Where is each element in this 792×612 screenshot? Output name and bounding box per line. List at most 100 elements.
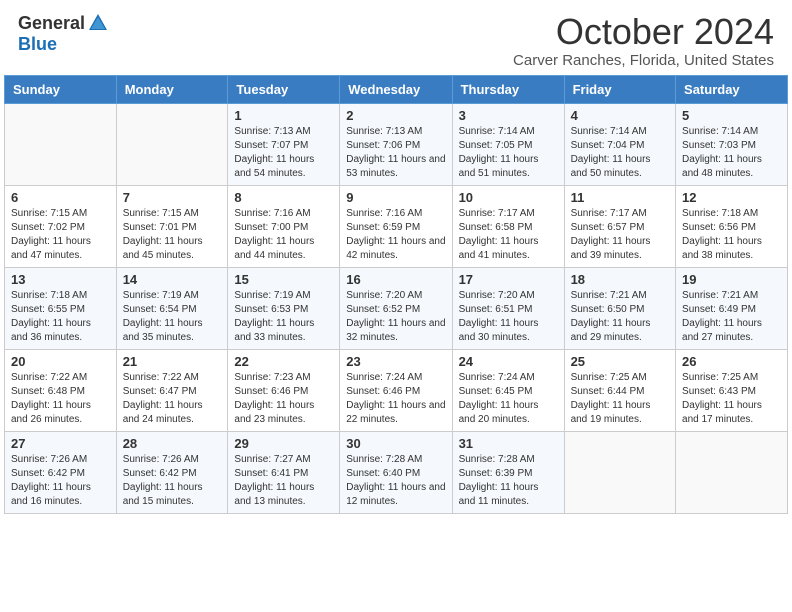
day-info: Sunrise: 7:22 AM Sunset: 6:48 PM Dayligh… (11, 371, 110, 427)
day-number: 19 (682, 272, 781, 287)
day-number: 26 (682, 354, 781, 369)
col-header-wednesday: Wednesday (340, 75, 452, 103)
day-number: 25 (571, 354, 669, 369)
calendar-cell: 17 Sunrise: 7:20 AM Sunset: 6:51 PM Dayli… (452, 267, 564, 349)
day-info: Sunrise: 7:21 AM Sunset: 6:49 PM Dayligh… (682, 289, 781, 345)
day-number: 6 (11, 190, 110, 205)
calendar-cell: 23 Sunrise: 7:24 AM Sunset: 6:46 PM Dayli… (340, 349, 452, 431)
month-title: October 2024 (513, 12, 774, 52)
day-info: Sunrise: 7:19 AM Sunset: 6:54 PM Dayligh… (123, 289, 222, 345)
calendar-cell: 24 Sunrise: 7:24 AM Sunset: 6:45 PM Dayli… (452, 349, 564, 431)
calendar-cell: 3Sunrise: 7:14 AM Sunset: 7:05 PM Daylig… (452, 103, 564, 185)
day-number: 8 (234, 190, 333, 205)
day-info: Sunrise: 7:25 AM Sunset: 6:44 PM Dayligh… (571, 371, 669, 427)
day-number: 14 (123, 272, 222, 287)
day-number: 29 (234, 436, 333, 451)
calendar-cell: 30 Sunrise: 7:28 AM Sunset: 6:40 PM Dayli… (340, 431, 452, 513)
col-header-tuesday: Tuesday (228, 75, 340, 103)
calendar-week-row: 1 Sunrise: 7:13 AM Sunset: 7:07 PM Daylig… (5, 103, 788, 185)
calendar-cell: 14 Sunrise: 7:19 AM Sunset: 6:54 PM Dayli… (116, 267, 228, 349)
calendar-week-row: 20 Sunrise: 7:22 AM Sunset: 6:48 PM Dayli… (5, 349, 788, 431)
day-number: 5 (682, 108, 781, 123)
page-header: General Blue October 2024 Carver Ranches… (0, 0, 792, 75)
calendar-cell: 29 Sunrise: 7:27 AM Sunset: 6:41 PM Dayli… (228, 431, 340, 513)
calendar-cell: 12Sunrise: 7:18 AM Sunset: 6:56 PM Dayli… (676, 185, 788, 267)
calendar-week-row: 27 Sunrise: 7:26 AM Sunset: 6:42 PM Dayli… (5, 431, 788, 513)
day-info: Sunrise: 7:19 AM Sunset: 6:53 PM Dayligh… (234, 289, 333, 345)
calendar-cell: 10 Sunrise: 7:17 AM Sunset: 6:58 PM Dayli… (452, 185, 564, 267)
day-info: Sunrise: 7:23 AM Sunset: 6:46 PM Dayligh… (234, 371, 333, 427)
calendar-header-row: SundayMondayTuesdayWednesdayThursdayFrid… (5, 75, 788, 103)
day-info: Sunrise: 7:14 AM Sunset: 7:03 PM Dayligh… (682, 125, 781, 181)
title-block: October 2024 Carver Ranches, Florida, Un… (513, 12, 774, 69)
calendar-cell: 2 Sunrise: 7:13 AM Sunset: 7:06 PM Daylig… (340, 103, 452, 185)
day-info: Sunrise: 7:17 AM Sunset: 6:57 PM Dayligh… (571, 207, 669, 263)
location: Carver Ranches, Florida, United States (513, 52, 774, 69)
calendar-week-row: 13Sunrise: 7:18 AM Sunset: 6:55 PM Dayli… (5, 267, 788, 349)
day-number: 31 (459, 436, 558, 451)
day-info: Sunrise: 7:16 AM Sunset: 6:59 PM Dayligh… (346, 207, 445, 263)
day-info: Sunrise: 7:13 AM Sunset: 7:06 PM Dayligh… (346, 125, 445, 181)
day-info: Sunrise: 7:20 AM Sunset: 6:51 PM Dayligh… (459, 289, 558, 345)
calendar-table: SundayMondayTuesdayWednesdayThursdayFrid… (4, 75, 788, 514)
day-number: 1 (234, 108, 333, 123)
calendar-cell: 21Sunrise: 7:22 AM Sunset: 6:47 PM Dayli… (116, 349, 228, 431)
day-info: Sunrise: 7:27 AM Sunset: 6:41 PM Dayligh… (234, 453, 333, 509)
calendar-cell: 26 Sunrise: 7:25 AM Sunset: 6:43 PM Dayli… (676, 349, 788, 431)
day-info: Sunrise: 7:15 AM Sunset: 7:01 PM Dayligh… (123, 207, 222, 263)
day-info: Sunrise: 7:26 AM Sunset: 6:42 PM Dayligh… (11, 453, 110, 509)
calendar-cell: 19 Sunrise: 7:21 AM Sunset: 6:49 PM Dayli… (676, 267, 788, 349)
day-number: 20 (11, 354, 110, 369)
day-info: Sunrise: 7:26 AM Sunset: 6:42 PM Dayligh… (123, 453, 222, 509)
day-number: 12 (682, 190, 781, 205)
day-info: Sunrise: 7:20 AM Sunset: 6:52 PM Dayligh… (346, 289, 445, 345)
day-number: 16 (346, 272, 445, 287)
calendar-cell: 28Sunrise: 7:26 AM Sunset: 6:42 PM Dayli… (116, 431, 228, 513)
col-header-friday: Friday (564, 75, 675, 103)
day-number: 10 (459, 190, 558, 205)
calendar-cell: 22Sunrise: 7:23 AM Sunset: 6:46 PM Dayli… (228, 349, 340, 431)
calendar-cell: 13Sunrise: 7:18 AM Sunset: 6:55 PM Dayli… (5, 267, 117, 349)
col-header-monday: Monday (116, 75, 228, 103)
calendar-cell: 18Sunrise: 7:21 AM Sunset: 6:50 PM Dayli… (564, 267, 675, 349)
day-number: 4 (571, 108, 669, 123)
day-info: Sunrise: 7:28 AM Sunset: 6:39 PM Dayligh… (459, 453, 558, 509)
day-info: Sunrise: 7:16 AM Sunset: 7:00 PM Dayligh… (234, 207, 333, 263)
day-info: Sunrise: 7:24 AM Sunset: 6:46 PM Dayligh… (346, 371, 445, 427)
day-number: 2 (346, 108, 445, 123)
col-header-sunday: Sunday (5, 75, 117, 103)
day-number: 9 (346, 190, 445, 205)
day-info: Sunrise: 7:25 AM Sunset: 6:43 PM Dayligh… (682, 371, 781, 427)
logo-blue-text: Blue (18, 34, 57, 54)
day-number: 3 (459, 108, 558, 123)
day-info: Sunrise: 7:28 AM Sunset: 6:40 PM Dayligh… (346, 453, 445, 509)
calendar-cell (564, 431, 675, 513)
logo: General Blue (18, 12, 109, 55)
day-number: 23 (346, 354, 445, 369)
logo-general-text: General (18, 14, 85, 32)
day-info: Sunrise: 7:24 AM Sunset: 6:45 PM Dayligh… (459, 371, 558, 427)
day-number: 21 (123, 354, 222, 369)
calendar-cell: 8 Sunrise: 7:16 AM Sunset: 7:00 PM Daylig… (228, 185, 340, 267)
day-number: 13 (11, 272, 110, 287)
day-number: 11 (571, 190, 669, 205)
calendar-cell: 5 Sunrise: 7:14 AM Sunset: 7:03 PM Daylig… (676, 103, 788, 185)
day-number: 15 (234, 272, 333, 287)
day-number: 17 (459, 272, 558, 287)
day-info: Sunrise: 7:14 AM Sunset: 7:04 PM Dayligh… (571, 125, 669, 181)
day-info: Sunrise: 7:13 AM Sunset: 7:07 PM Dayligh… (234, 125, 333, 181)
day-number: 30 (346, 436, 445, 451)
calendar-cell: 11 Sunrise: 7:17 AM Sunset: 6:57 PM Dayli… (564, 185, 675, 267)
calendar-cell (676, 431, 788, 513)
logo-icon (87, 12, 109, 34)
calendar-cell: 6 Sunrise: 7:15 AM Sunset: 7:02 PM Daylig… (5, 185, 117, 267)
day-number: 18 (571, 272, 669, 287)
col-header-thursday: Thursday (452, 75, 564, 103)
day-number: 24 (459, 354, 558, 369)
day-number: 27 (11, 436, 110, 451)
calendar-cell: 9 Sunrise: 7:16 AM Sunset: 6:59 PM Daylig… (340, 185, 452, 267)
day-info: Sunrise: 7:15 AM Sunset: 7:02 PM Dayligh… (11, 207, 110, 263)
day-info: Sunrise: 7:17 AM Sunset: 6:58 PM Dayligh… (459, 207, 558, 263)
col-header-saturday: Saturday (676, 75, 788, 103)
calendar-cell: 27 Sunrise: 7:26 AM Sunset: 6:42 PM Dayli… (5, 431, 117, 513)
